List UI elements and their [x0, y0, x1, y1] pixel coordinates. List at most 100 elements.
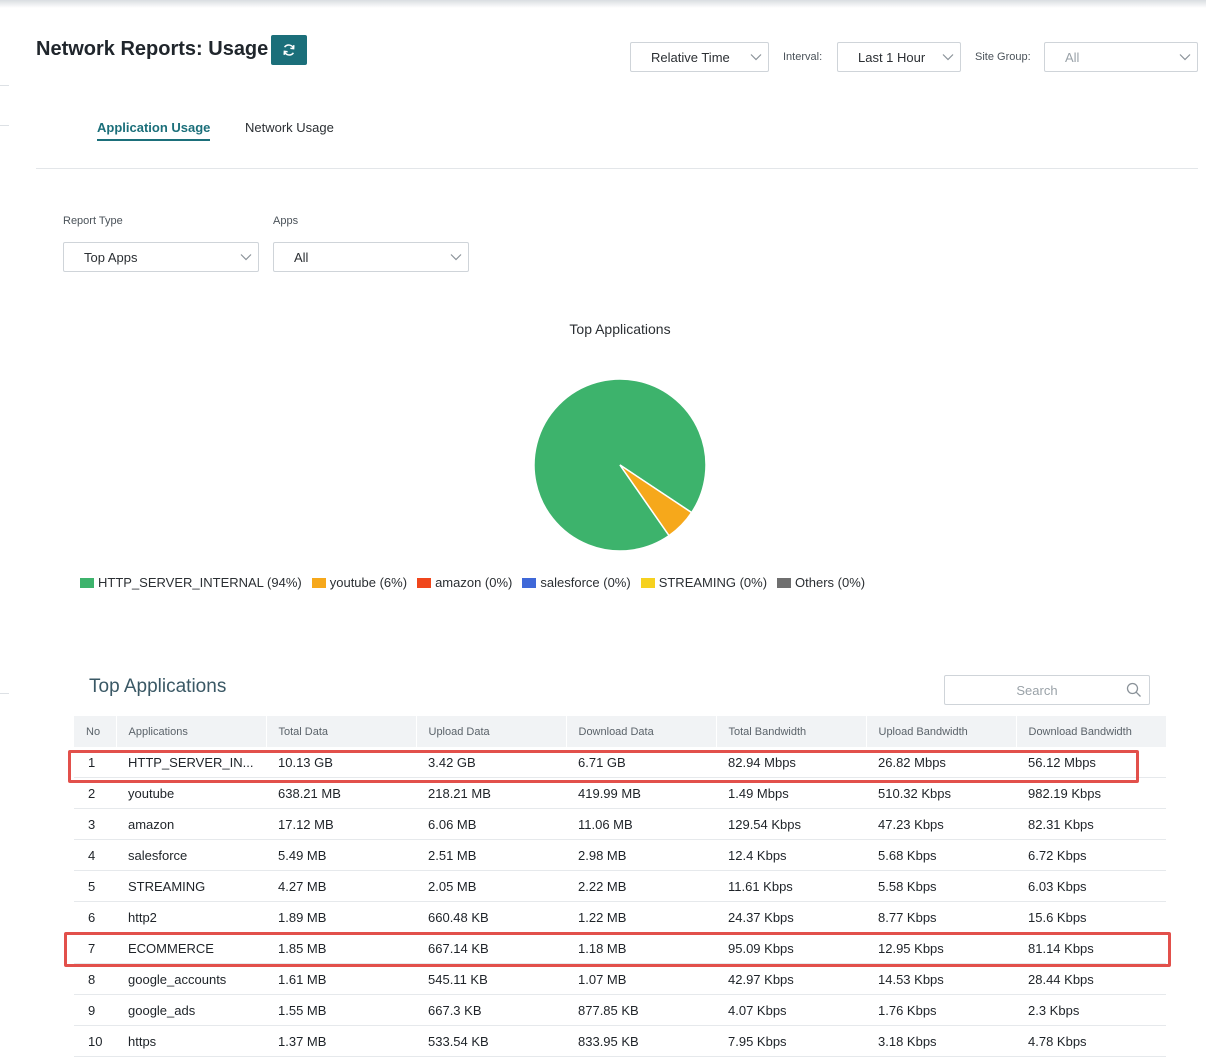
table-row[interactable]: 10 https 1.37 MB 533.54 KB 833.95 KB 7.95 Kbp…: [74, 1025, 1166, 1057]
table-cell: 4: [74, 839, 116, 871]
time-mode-dropdown[interactable]: Relative Time: [630, 42, 769, 72]
legend-swatch: [522, 577, 537, 588]
chevron-down-icon: [744, 53, 768, 61]
tabs-divider: [36, 168, 1198, 169]
table-cell: 218.21 MB: [416, 777, 566, 809]
table-cell: 638.21 MB: [266, 777, 416, 809]
table-cell: 3: [74, 808, 116, 840]
legend-item-http_server_internal[interactable]: HTTP_SERVER_INTERNAL (94%): [80, 575, 302, 590]
column-header[interactable]: Total Data: [265, 716, 416, 747]
top-shadow: [0, 0, 1206, 8]
tab-network-usage[interactable]: Network Usage: [245, 120, 334, 135]
table-row[interactable]: 7 ECOMMERCE 1.85 MB 667.14 KB 1.18 MB 95.09 K…: [74, 932, 1166, 964]
legend-item-salesforce[interactable]: salesforce (0%): [522, 575, 631, 590]
search-input[interactable]: Search: [944, 675, 1150, 705]
table-cell: 1.89 MB: [266, 901, 416, 933]
site-group-dropdown[interactable]: All: [1044, 42, 1198, 72]
table-cell: 2.05 MB: [416, 870, 566, 902]
legend-item-youtube[interactable]: youtube (6%): [311, 575, 408, 590]
legend-label: STREAMING (0%): [658, 575, 768, 590]
table-cell: 47.23 Kbps: [866, 808, 1016, 840]
table-row[interactable]: 8 google_accounts 1.61 MB 545.11 KB 1.07 MB 4…: [74, 963, 1166, 995]
table-cell: 6.71 GB: [566, 747, 716, 778]
table-cell: 56.12 Mbps: [1016, 747, 1166, 778]
table-cell: salesforce: [116, 839, 266, 871]
table-row[interactable]: 2 youtube 638.21 MB 218.21 MB 419.99 MB 1.49 …: [74, 777, 1166, 809]
column-header[interactable]: Download Bandwidth: [1015, 716, 1166, 747]
apps-dropdown[interactable]: All: [273, 242, 469, 272]
table-cell: 8: [74, 963, 116, 995]
interval-label: Interval:: [783, 51, 823, 63]
legend-label: salesforce (0%): [540, 575, 631, 590]
table-cell: 1.85 MB: [266, 932, 416, 964]
pie-chart: [533, 378, 707, 552]
legend-swatch: [311, 577, 326, 588]
table-cell: http2: [116, 901, 266, 933]
table-cell: 81.14 Kbps: [1016, 932, 1166, 964]
table-cell: 11.06 MB: [566, 808, 716, 840]
chart-title: Top Applications: [569, 321, 671, 337]
search-placeholder: Search: [1016, 682, 1058, 698]
table-row[interactable]: 4 salesforce 5.49 MB 2.51 MB 2.98 MB 12.4 Kbp…: [74, 839, 1166, 871]
apps-value: All: [294, 249, 309, 265]
table-cell: 4.78 Kbps: [1016, 1025, 1166, 1057]
column-header[interactable]: Upload Data: [415, 716, 566, 747]
table-cell: 17.12 MB: [266, 808, 416, 840]
interval-value: Last 1 Hour: [858, 49, 926, 65]
site-group-label: Site Group:: [975, 51, 1031, 63]
legend-label: youtube (6%): [329, 575, 408, 590]
table-row[interactable]: 1 HTTP_SERVER_IN... 10.13 GB 3.42 GB 6.71 GB…: [74, 747, 1166, 778]
table-cell: 2.22 MB: [566, 870, 716, 902]
table-cell: 10: [74, 1025, 116, 1057]
table-cell: youtube: [116, 777, 266, 809]
report-type-label: Report Type: [63, 215, 123, 227]
legend-item-streaming[interactable]: STREAMING (0%): [640, 575, 768, 590]
chevron-down-icon: [1173, 53, 1197, 61]
table-cell: https: [116, 1025, 266, 1057]
table-header-row: No Applications Total Data Upload Data Downl…: [74, 716, 1166, 747]
table-row[interactable]: 9 google_ads 1.55 MB 667.3 KB 877.85 KB 4.07 …: [74, 994, 1166, 1026]
legend-swatch: [777, 577, 792, 588]
column-header[interactable]: Download Data: [565, 716, 716, 747]
table-row[interactable]: 5 STREAMING 4.27 MB 2.05 MB 2.22 MB 11.61 Kbp…: [74, 870, 1166, 902]
table-cell: 667.3 KB: [416, 994, 566, 1026]
column-header[interactable]: Upload Bandwidth: [865, 716, 1016, 747]
legend-swatch: [417, 577, 432, 588]
table-row[interactable]: 6 http2 1.89 MB 660.48 KB 1.22 MB 24.37 Kbps 8…: [74, 901, 1166, 933]
table-cell: 7: [74, 932, 116, 964]
table-cell: 4.07 Kbps: [716, 994, 866, 1026]
table-cell: 1.18 MB: [566, 932, 716, 964]
table-cell: google_ads: [116, 994, 266, 1026]
chevron-down-icon: [936, 53, 960, 61]
column-header[interactable]: Applications: [115, 716, 266, 747]
legend-label: HTTP_SERVER_INTERNAL (94%): [98, 575, 302, 590]
left-edge-tick: [0, 125, 9, 126]
table-cell: 1.76 Kbps: [866, 994, 1016, 1026]
table-cell: 7.95 Kbps: [716, 1025, 866, 1057]
refresh-button[interactable]: [271, 35, 307, 65]
table-cell: 11.61 Kbps: [716, 870, 866, 902]
interval-dropdown[interactable]: Last 1 Hour: [837, 42, 961, 72]
legend-label: Others (0%): [795, 575, 866, 590]
tab-application-usage[interactable]: Application Usage: [97, 120, 211, 141]
table-cell: 545.11 KB: [416, 963, 566, 995]
table-cell: 6: [74, 901, 116, 933]
table-cell: 2.98 MB: [566, 839, 716, 871]
table-body: 1 HTTP_SERVER_IN... 10.13 GB 3.42 GB 6.71 GB…: [74, 747, 1166, 1057]
table-cell: 1.49 Mbps: [716, 777, 866, 809]
column-header[interactable]: Total Bandwidth: [715, 716, 866, 747]
table-cell: 42.97 Kbps: [716, 963, 866, 995]
table-cell: 510.32 Kbps: [866, 777, 1016, 809]
table-cell: ECOMMERCE: [116, 932, 266, 964]
column-header[interactable]: No: [74, 716, 116, 747]
table-cell: 28.44 Kbps: [1016, 963, 1166, 995]
legend-item-others[interactable]: Others (0%): [777, 575, 865, 590]
table-cell: 667.14 KB: [416, 932, 566, 964]
table-cell: 12.4 Kbps: [716, 839, 866, 871]
chart-legend: HTTP_SERVER_INTERNAL (94%) youtube (6%) am…: [80, 575, 875, 590]
legend-item-amazon[interactable]: amazon (0%): [417, 575, 512, 590]
table-cell: 1.07 MB: [566, 963, 716, 995]
table-cell: 1.55 MB: [266, 994, 416, 1026]
table-row[interactable]: 3 amazon 17.12 MB 6.06 MB 11.06 MB 129.54 Kbp…: [74, 808, 1166, 840]
report-type-dropdown[interactable]: Top Apps: [63, 242, 259, 272]
